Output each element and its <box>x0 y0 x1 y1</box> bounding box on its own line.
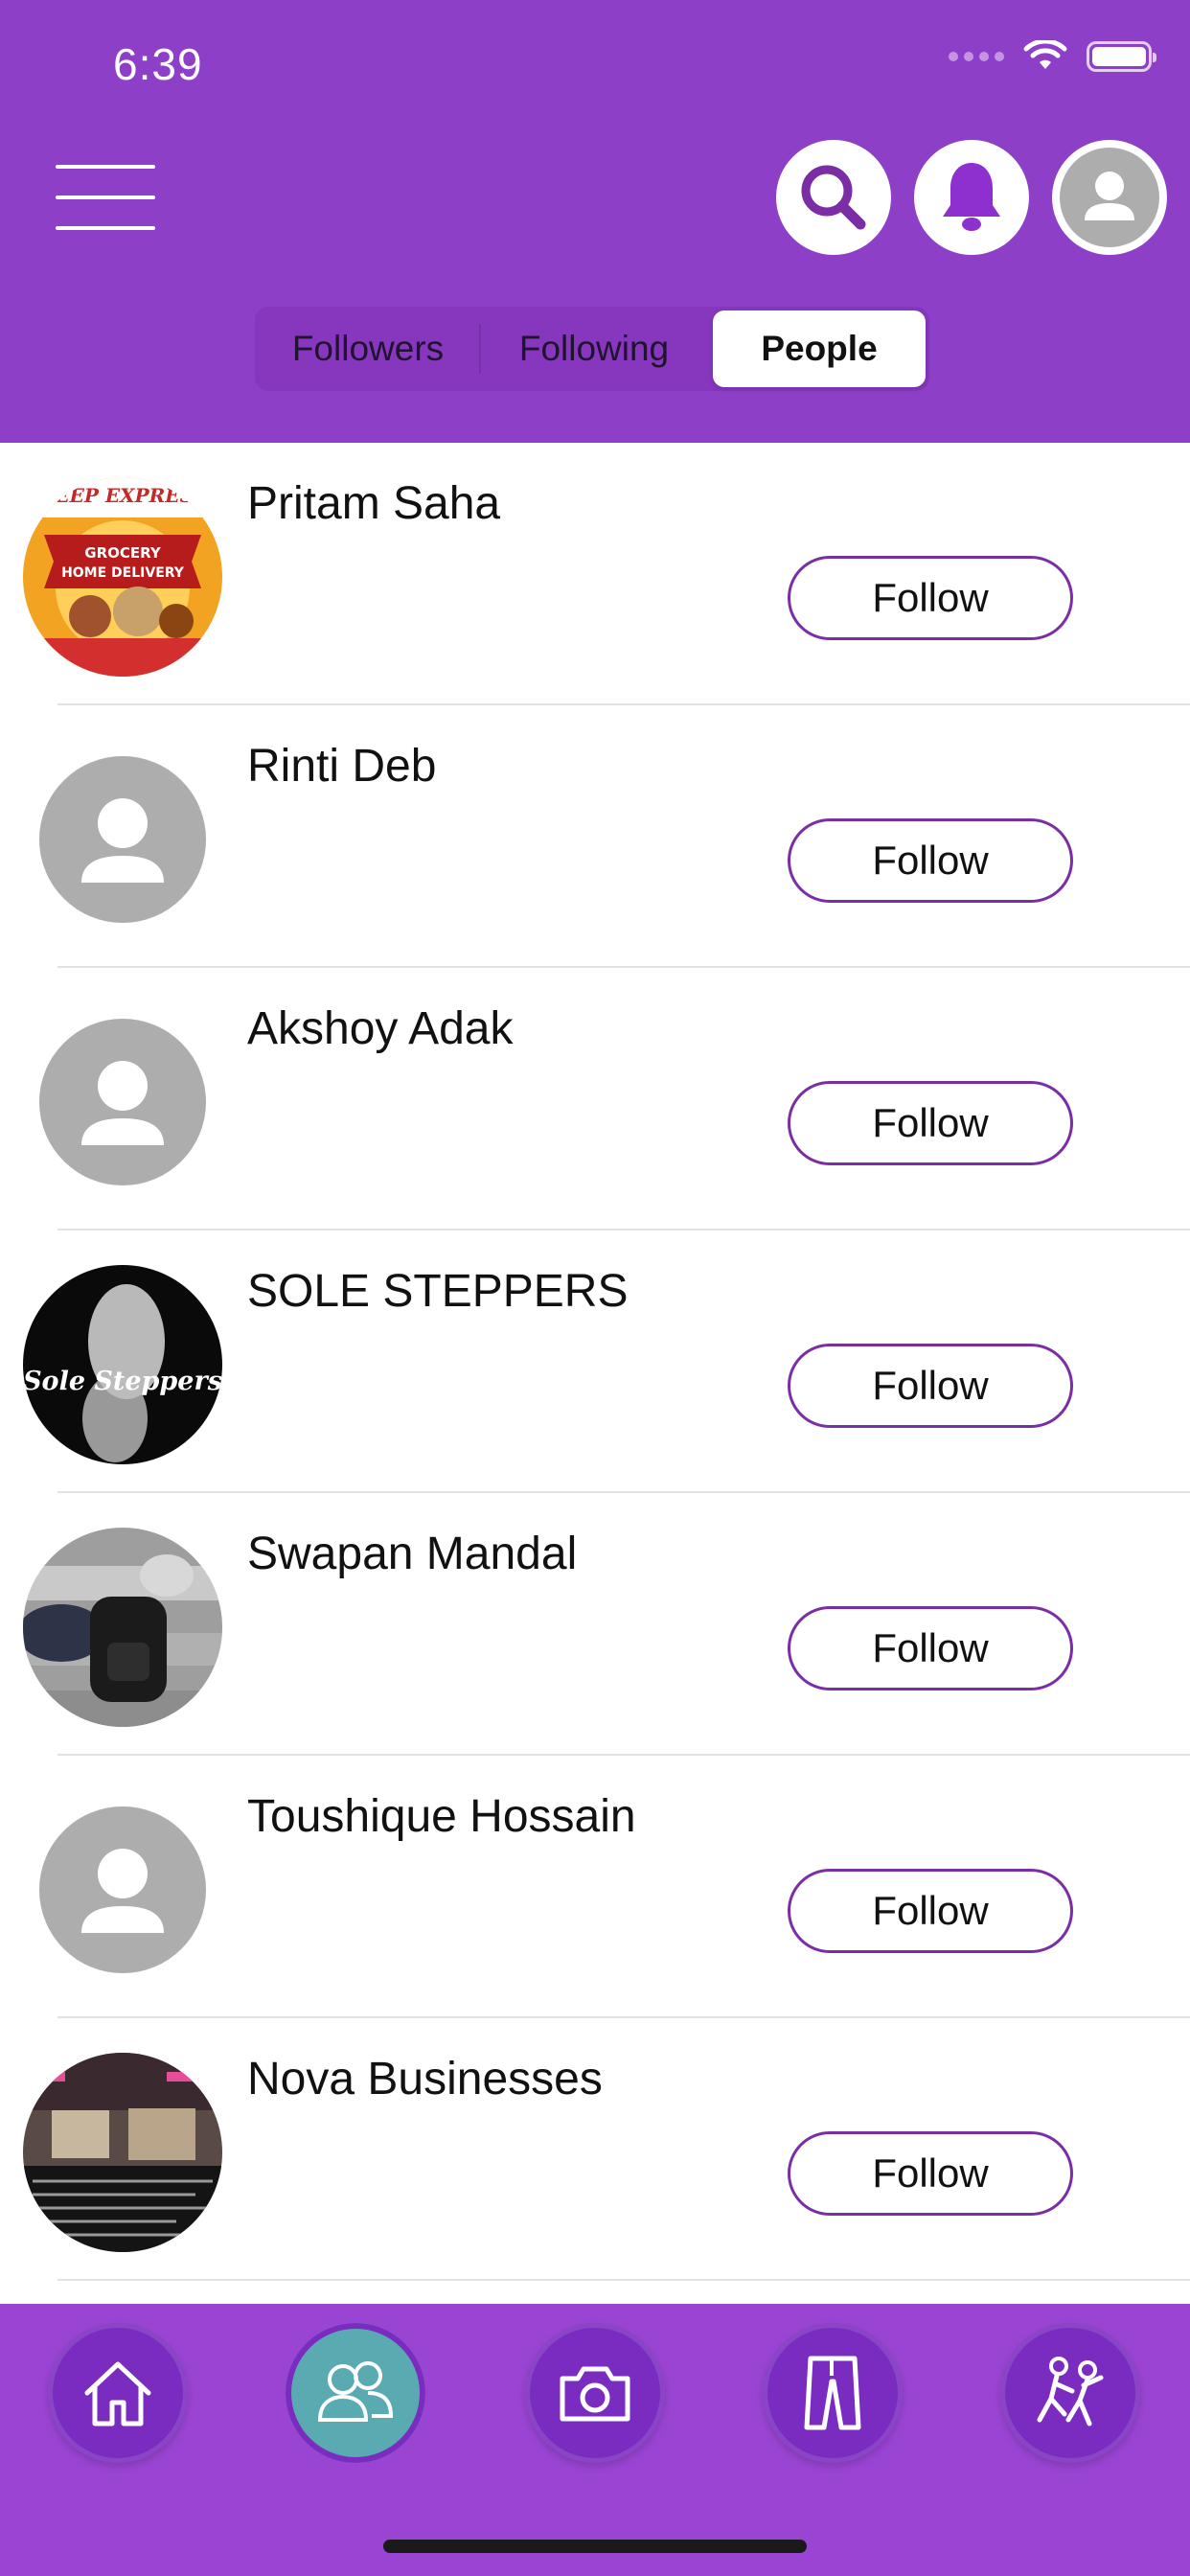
person-name: Rinti Deb <box>247 741 437 792</box>
pants-icon <box>804 2356 861 2430</box>
svg-text:HOME DELIVERY: HOME DELIVERY <box>61 565 185 581</box>
avatar[interactable]: DEEP EXPRESS GROCERY HOME DELIVERY <box>23 477 222 677</box>
tab-camera[interactable] <box>525 2323 665 2463</box>
list-item: Swapan Mandal Follow <box>0 1493 1190 1756</box>
menu-button[interactable] <box>56 165 155 230</box>
list-item: Sole Steppers SOLE STEPPERS Follow <box>0 1230 1190 1493</box>
list-item: Rinti Deb Follow <box>0 705 1190 968</box>
tab-home[interactable] <box>48 2323 188 2463</box>
app-header: 6:39 Followers Following People <box>0 0 1190 443</box>
person-placeholder-icon <box>81 1061 164 1145</box>
home-indicator <box>383 2540 807 2553</box>
list-item: DEEP EXPRESS GROCERY HOME DELIVERY Prita… <box>0 443 1190 705</box>
status-icons <box>949 40 1156 73</box>
person-name: Nova Businesses <box>247 2054 603 2104</box>
avatar[interactable] <box>23 1528 222 1727</box>
segmented-tabs: Followers Following People <box>255 307 929 391</box>
person-name: Toushique Hossain <box>247 1791 636 1842</box>
dance-icon <box>1037 2357 1104 2426</box>
tab-clothing[interactable] <box>763 2323 903 2463</box>
avatar[interactable] <box>39 756 206 923</box>
status-time: 6:39 <box>113 39 203 89</box>
tab-following[interactable]: Following <box>481 307 707 391</box>
follow-button[interactable]: Follow <box>788 1081 1073 1165</box>
person-placeholder-icon <box>81 798 164 883</box>
follow-button[interactable]: Follow <box>788 1606 1073 1690</box>
svg-text:Sole Steppers: Sole Steppers <box>23 1367 222 1396</box>
follow-button[interactable]: Follow <box>788 2131 1073 2216</box>
person-name: Akshoy Adak <box>247 1003 514 1054</box>
home-icon <box>84 2361 151 2426</box>
search-button[interactable] <box>776 140 891 255</box>
people-list: DEEP EXPRESS GROCERY HOME DELIVERY Prita… <box>0 443 1190 2281</box>
tab-followers[interactable]: Followers <box>255 307 481 391</box>
bottom-tab-bar <box>0 2304 1190 2576</box>
people-icon <box>317 2361 394 2422</box>
bell-icon <box>943 163 1000 231</box>
follow-button[interactable]: Follow <box>788 1344 1073 1428</box>
cellular-signal-icon <box>949 52 1004 61</box>
wifi-icon <box>1023 40 1067 69</box>
notifications-button[interactable] <box>914 140 1029 255</box>
avatar[interactable] <box>39 1019 206 1185</box>
profile-button[interactable] <box>1052 140 1167 255</box>
avatar[interactable]: Sole Steppers <box>23 1265 222 1464</box>
person-name: Swapan Mandal <box>247 1529 578 1579</box>
follow-button[interactable]: Follow <box>788 1869 1073 1953</box>
follow-button[interactable]: Follow <box>788 818 1073 903</box>
svg-text:DEEP EXPRESS: DEEP EXPRESS <box>37 484 207 507</box>
avatar[interactable] <box>39 1806 206 1973</box>
camera-icon <box>560 2366 630 2422</box>
list-item: Akshoy Adak Follow <box>0 968 1190 1230</box>
avatar[interactable] <box>23 2053 222 2252</box>
tab-dance[interactable] <box>1000 2323 1140 2463</box>
svg-text:GROCERY: GROCERY <box>84 544 162 562</box>
person-name: SOLE STEPPERS <box>247 1266 629 1317</box>
tab-people[interactable]: People <box>713 310 926 387</box>
battery-icon <box>1087 41 1156 72</box>
search-icon <box>801 165 866 230</box>
tab-people-nav[interactable] <box>286 2323 425 2463</box>
person-placeholder-icon <box>81 1849 164 1933</box>
list-item: Nova Businesses Follow <box>0 2018 1190 2281</box>
person-name: Pritam Saha <box>247 478 501 529</box>
list-item: Toushique Hossain Follow <box>0 1756 1190 2018</box>
profile-avatar-icon <box>1060 148 1159 247</box>
follow-button[interactable]: Follow <box>788 556 1073 640</box>
